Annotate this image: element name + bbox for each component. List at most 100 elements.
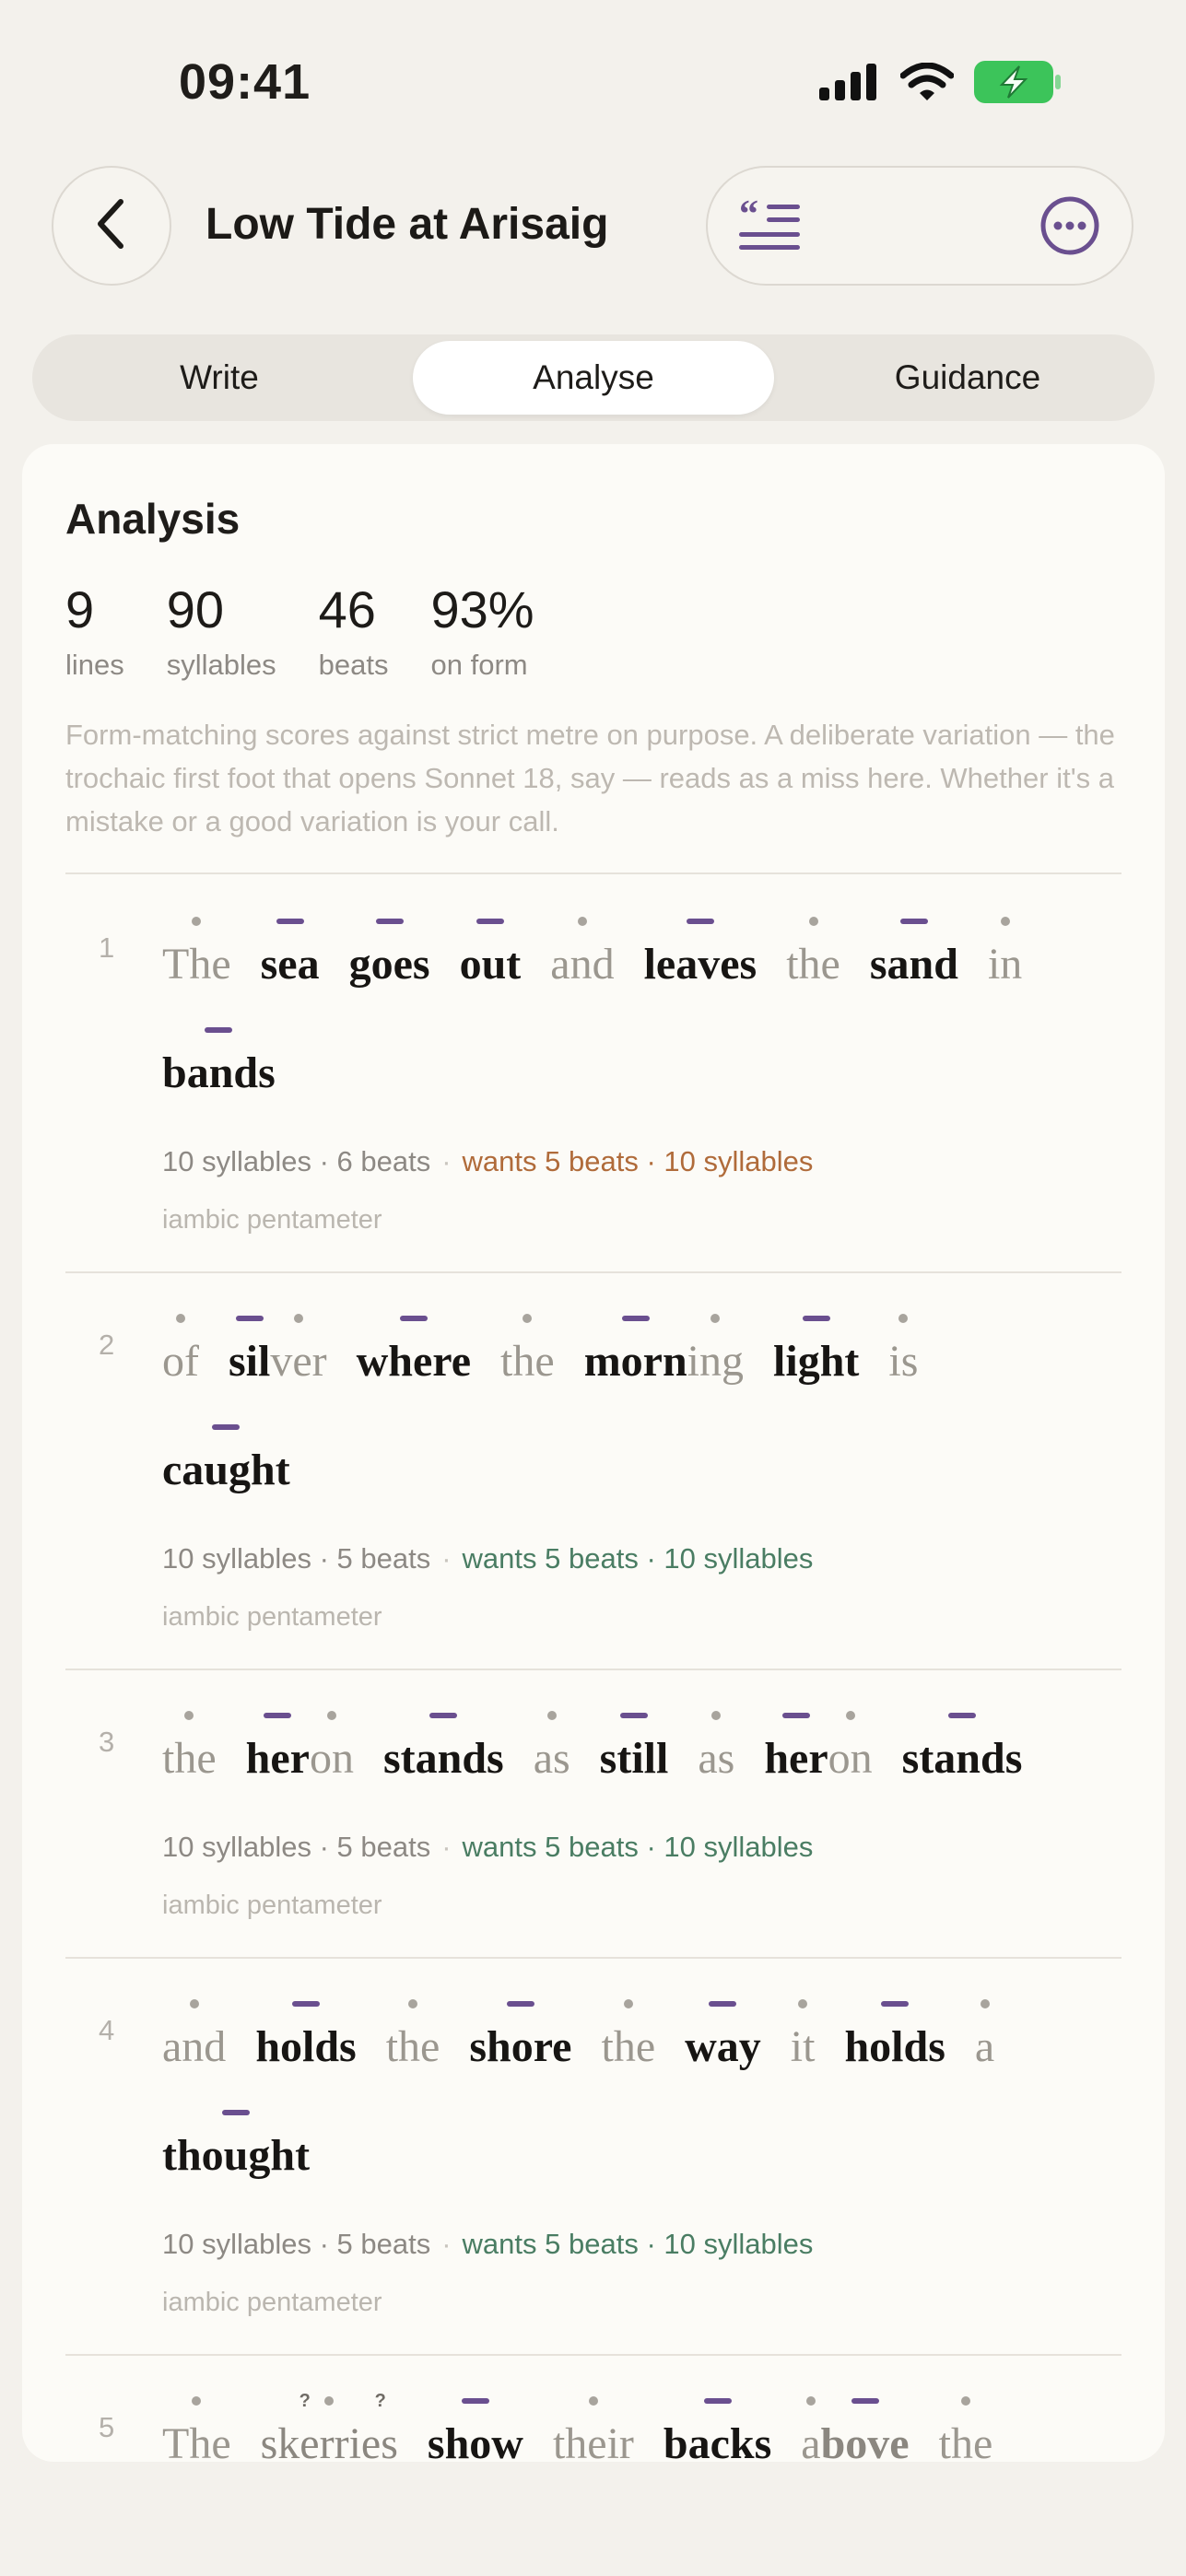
verse-word[interactable]: is	[888, 1314, 918, 1387]
divider	[65, 1957, 1121, 1959]
verse-word[interactable]: shore	[469, 2001, 571, 2072]
verse-word[interactable]: their	[553, 2396, 634, 2462]
stat-value: 90	[166, 580, 225, 638]
quote-list-icon[interactable]: “	[739, 193, 802, 259]
verse-word[interactable]: holds	[844, 2001, 945, 2072]
tab-write[interactable]: Write	[39, 341, 400, 415]
stressed-syllable: stands	[382, 1713, 504, 1783]
line-number: 3	[99, 1726, 115, 1758]
stressed-syllable: sea	[260, 919, 320, 989]
verse-word[interactable]: bands	[162, 1027, 276, 1098]
verse-word[interactable]: thought	[162, 2110, 310, 2181]
stressed-syllable: caught	[162, 1424, 290, 1494]
line-counts: 10 syllables · 6 beats	[162, 1145, 431, 1177]
divider	[65, 1669, 1121, 1670]
svg-text:“: “	[739, 199, 758, 236]
verse-word[interactable]: it	[791, 1999, 815, 2072]
verse-word[interactable]: the	[601, 1999, 656, 2072]
unstressed-syllable: and	[550, 917, 615, 989]
verse-word[interactable]: stands	[901, 1713, 1023, 1784]
form-label: iambic pentameter	[162, 2288, 382, 2317]
divider	[65, 872, 1121, 874]
unstressed-syllable: in	[987, 917, 1023, 989]
verse-word[interactable]: sea	[261, 919, 320, 989]
stressed-syllable: her	[245, 1713, 310, 1783]
verse-word[interactable]: of	[162, 1314, 199, 1387]
verse-word[interactable]: out	[460, 919, 521, 989]
verse-word[interactable]: and	[162, 1999, 227, 2072]
verse-word[interactable]: leaves	[644, 919, 757, 989]
unstressed-syllable: on	[309, 1711, 354, 1783]
verse-word[interactable]: the	[939, 2396, 992, 2462]
analysis-card: Analysis 9 lines 90 syllables 46 beats 9…	[22, 444, 1165, 2462]
stressed-syllable: stands	[901, 1713, 1023, 1783]
verse-word[interactable]: silver	[229, 1314, 327, 1387]
unstressed-syllable: and	[162, 1999, 227, 2071]
form-label: iambic pentameter	[162, 1205, 382, 1235]
status-bar: 09:41	[0, 0, 1186, 147]
verse-word[interactable]: above	[801, 2396, 910, 2462]
verse-word[interactable]: the	[786, 917, 840, 989]
line-stats: 10 syllables · 5 beats · wants 5 beats · 1…	[162, 1831, 813, 1864]
verse-word[interactable]: as	[698, 1711, 734, 1784]
uncertain-stress-marker: ?	[299, 2391, 311, 2411]
verse-word[interactable]: light	[773, 1316, 859, 1387]
verse-row: bands	[162, 1027, 305, 1136]
header-actions: “	[706, 166, 1133, 286]
verse-word[interactable]: the	[500, 1314, 555, 1387]
stat-syllables: 90 syllables	[167, 582, 276, 682]
stressed-syllable: holds	[844, 2001, 945, 2071]
verse-word[interactable]: holds	[255, 2001, 357, 2072]
stat-beats: 46 beats	[319, 582, 389, 682]
verse-word[interactable]: The	[162, 2396, 231, 2462]
unstressed-syllable: the	[500, 1314, 555, 1386]
tab-guidance[interactable]: Guidance	[787, 341, 1148, 415]
unstressed-syllable: a	[974, 1999, 995, 2071]
verse-word[interactable]: sand	[870, 919, 958, 989]
unstressed-syllable: The	[162, 917, 231, 989]
verse-word[interactable]: heron	[245, 1711, 354, 1784]
unstressed-syllable: the	[385, 1999, 440, 2071]
unstressed-syllable: as	[533, 1711, 570, 1783]
verse-row: and holds the shore the way it holds a	[162, 1999, 1024, 2110]
verse-word[interactable]: show	[428, 2398, 523, 2462]
verse-row: The sea goes out and leaves the sand in	[162, 917, 1051, 1027]
verse-word[interactable]: The	[162, 917, 231, 989]
verse-word[interactable]: way	[685, 2001, 761, 2072]
form-target: wants 5 beats · 10 syllables	[462, 1542, 814, 1575]
verse-word[interactable]: backs	[663, 2398, 771, 2462]
tab-analyse[interactable]: Analyse	[413, 341, 774, 415]
stat-label: beats	[318, 649, 389, 681]
line-stats: 10 syllables · 5 beats · wants 5 beats · 1…	[162, 2228, 813, 2261]
verse-word[interactable]: goes	[349, 919, 430, 989]
stat-lines: 9 lines	[65, 582, 124, 682]
back-button[interactable]	[52, 166, 171, 286]
verse-word[interactable]: still	[600, 1713, 668, 1784]
separator-dot: ·	[441, 1145, 452, 1177]
verse-word[interactable]: where	[357, 1316, 471, 1387]
verse-word[interactable]: and	[550, 917, 615, 989]
verse-word[interactable]: stands	[383, 1713, 504, 1784]
verse-row: caught	[162, 1424, 320, 1533]
verse-word[interactable]: morning	[583, 1314, 745, 1387]
verse-word[interactable]: skerries??	[261, 2391, 398, 2462]
form-label: iambic pentameter	[162, 1891, 382, 1920]
verse-word[interactable]: as	[533, 1711, 570, 1784]
line-number: 2	[99, 1329, 115, 1361]
verse-word[interactable]: caught	[162, 1424, 290, 1495]
form-label: iambic pentameter	[162, 1602, 382, 1632]
unstressed-syllable: the	[601, 1999, 656, 2071]
verse-word[interactable]: a	[974, 1999, 995, 2072]
unstressed-syllable: ing	[687, 1314, 745, 1386]
verse-word[interactable]: the	[385, 1999, 440, 2072]
more-options-icon[interactable]	[1039, 195, 1100, 261]
stressed-syllable: morn	[583, 1316, 687, 1386]
verse-word[interactable]: in	[987, 917, 1023, 989]
unstressed-syllable: the	[162, 1711, 217, 1783]
divider	[65, 1271, 1121, 1273]
form-target: wants 5 beats · 10 syllables	[462, 1831, 814, 1863]
verse-word[interactable]: the	[162, 1711, 217, 1784]
verse-word[interactable]: heron	[764, 1711, 873, 1784]
stressed-syllable: bands	[162, 1027, 276, 1097]
line-counts: 10 syllables · 5 beats	[162, 2228, 431, 2260]
